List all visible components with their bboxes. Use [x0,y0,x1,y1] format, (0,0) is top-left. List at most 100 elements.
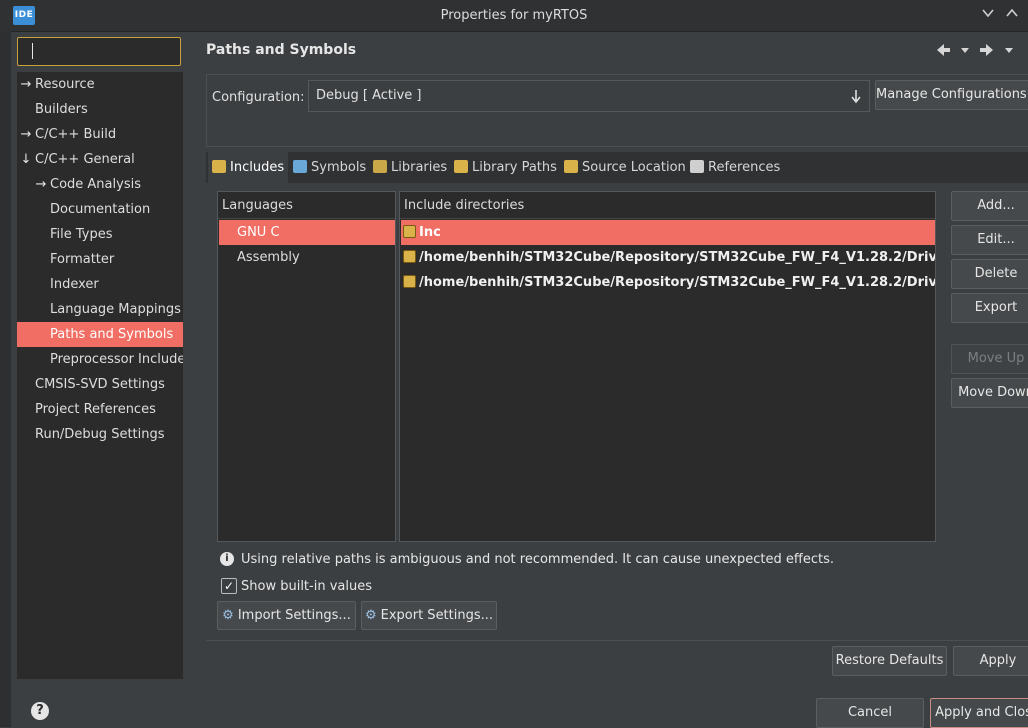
separator [206,640,1028,641]
sidebar-item-file-types[interactable]: File Types [17,222,183,247]
help-icon[interactable]: ? [31,702,49,720]
export-settings-label: Export Settings... [380,608,494,623]
tab-label: Libraries [391,160,448,175]
configuration-select[interactable]: Debug [ Active ] [308,80,870,112]
include-directory-item[interactable]: /home/benhih/STM32Cube/Repository/STM32C… [401,270,935,295]
page-title: Paths and Symbols [206,42,357,58]
apply-and-close-button[interactable]: Apply and Close [930,698,1028,728]
sidebar-item-label: Formatter [50,252,115,267]
forward-menu-button[interactable] [1003,40,1015,60]
import-settings-button[interactable]: ⚙ Import Settings... [217,601,356,630]
import-settings-label: Import Settings... [237,608,351,623]
sidebar-item-c-c-build[interactable]: → C/C++ Build [17,122,183,147]
sidebar-item-label: Code Analysis [50,177,141,192]
move-down-button[interactable]: Move Down [951,378,1028,408]
languages-list[interactable]: Languages GNU C Assembly [217,191,396,542]
gears-icon: ⚙ [222,608,234,623]
sidebar-item-label: Paths and Symbols [50,327,174,342]
tab-label: Source Location [582,160,686,175]
collapsed-arrow-icon[interactable]: → [19,72,33,97]
edit-button[interactable]: Edit... [951,225,1028,255]
export-settings-button[interactable]: ⚙ Export Settings... [361,601,497,630]
tab-label: References [708,160,781,175]
text-caret [32,43,33,59]
filter-input[interactable] [17,37,181,66]
chevron-up-icon [1006,8,1018,17]
configuration-label: Configuration: [212,90,305,105]
background-editor-strip [0,31,11,727]
sidebar-item-language-mappings[interactable]: Language Mappings [17,297,183,322]
sidebar-item-label: Preprocessor Include [50,352,183,367]
sidebar-item-indexer[interactable]: Indexer [17,272,183,297]
sidebar-item-documentation[interactable]: Documentation [17,197,183,222]
info-message: Using relative paths is ambiguous and no… [241,552,834,567]
tab-library-paths[interactable]: Library Paths [450,152,558,183]
includes-icon [212,160,226,173]
references-icon [690,160,704,173]
info-icon: i [220,552,234,566]
sidebar-item-code-analysis[interactable]: → Code Analysis [17,172,183,197]
move-up-button[interactable]: Move Up [951,344,1028,374]
export-button[interactable]: Export [951,293,1028,323]
tab-label: Includes [230,160,285,175]
window-title: Properties for myRTOS [440,8,588,23]
language-item[interactable]: GNU C [219,220,395,245]
expanded-arrow-icon[interactable]: ↓ [19,147,33,172]
tab-symbols[interactable]: Symbols [289,152,367,183]
collapsed-arrow-icon[interactable]: → [19,122,33,147]
sidebar-item-project-references[interactable]: Project References [17,397,183,422]
source-location-icon [564,160,578,173]
sidebar-item-label: Documentation [50,202,151,217]
include-folder-icon [403,225,416,238]
include-directories-list[interactable]: Include directories Inc/home/benhih/STM3… [399,191,936,542]
sidebar-item-resource[interactable]: → Resource [17,72,183,97]
include-path: /home/benhih/STM32Cube/Repository/STM32C… [419,250,935,265]
language-item[interactable]: Assembly [219,245,395,270]
apply-button[interactable]: Apply [953,646,1028,676]
include-path: /home/benhih/STM32Cube/Repository/STM32C… [419,275,935,290]
show-builtin-label[interactable]: Show built-in values [241,579,372,594]
property-tree[interactable]: → Resource Builders → C/C++ Build ↓ C/C++ Gene… [17,72,183,679]
select-arrow-icon [850,88,862,108]
tab-source-location[interactable]: Source Location [560,152,686,183]
sidebar-item-label: Builders [35,102,88,117]
sidebar-item-preprocessor-include[interactable]: Preprocessor Include [17,347,183,372]
include-directory-item[interactable]: Inc [401,220,935,245]
delete-button[interactable]: Delete [951,259,1028,289]
sidebar-item-cmsis-svd-settings[interactable]: CMSIS-SVD Settings [17,372,183,397]
manage-configurations-button[interactable]: Manage Configurations... [875,80,1028,110]
tab-label: Symbols [311,160,367,175]
arrow-left-icon [937,44,950,56]
include-directories-header: Include directories [400,192,935,219]
arrow-right-icon [980,44,993,56]
sidebar-item-paths-and-symbols[interactable]: Paths and Symbols [17,322,183,347]
tab-libraries[interactable]: Libraries [369,152,448,183]
collapsed-arrow-icon[interactable]: → [34,172,48,197]
tab-includes[interactable]: Includes [208,152,288,183]
dropdown-icon [961,48,969,53]
back-button[interactable] [935,40,951,60]
add-button[interactable]: Add... [951,191,1028,221]
symbols-icon [293,160,307,173]
sidebar-item-label: C/C++ General [35,152,135,167]
tab-references[interactable]: References [686,152,786,183]
minimize-button[interactable] [978,6,998,26]
sidebar-item-label: Indexer [50,277,99,292]
cancel-button[interactable]: Cancel [816,698,924,728]
restore-defaults-button[interactable]: Restore Defaults [832,646,947,676]
sidebar-item-formatter[interactable]: Formatter [17,247,183,272]
sidebar-item-run-debug-settings[interactable]: Run/Debug Settings [17,422,183,447]
sidebar-item-label: File Types [50,227,113,242]
show-builtin-checkbox[interactable]: ✓ [221,578,237,594]
sidebar-item-builders[interactable]: Builders [17,97,183,122]
maximize-button[interactable] [1002,6,1022,26]
sidebar-item-label: C/C++ Build [35,127,117,142]
sidebar-item-c-c-general[interactable]: ↓ C/C++ General [17,147,183,172]
gears-icon: ⚙ [364,608,377,623]
sidebar-item-label: Language Mappings [50,302,181,317]
include-directory-item[interactable]: /home/benhih/STM32Cube/Repository/STM32C… [401,245,935,270]
sidebar-item-label: Resource [35,77,95,92]
back-menu-button[interactable] [959,40,971,60]
sidebar-item-label: Run/Debug Settings [35,427,165,442]
forward-button[interactable] [979,40,995,60]
